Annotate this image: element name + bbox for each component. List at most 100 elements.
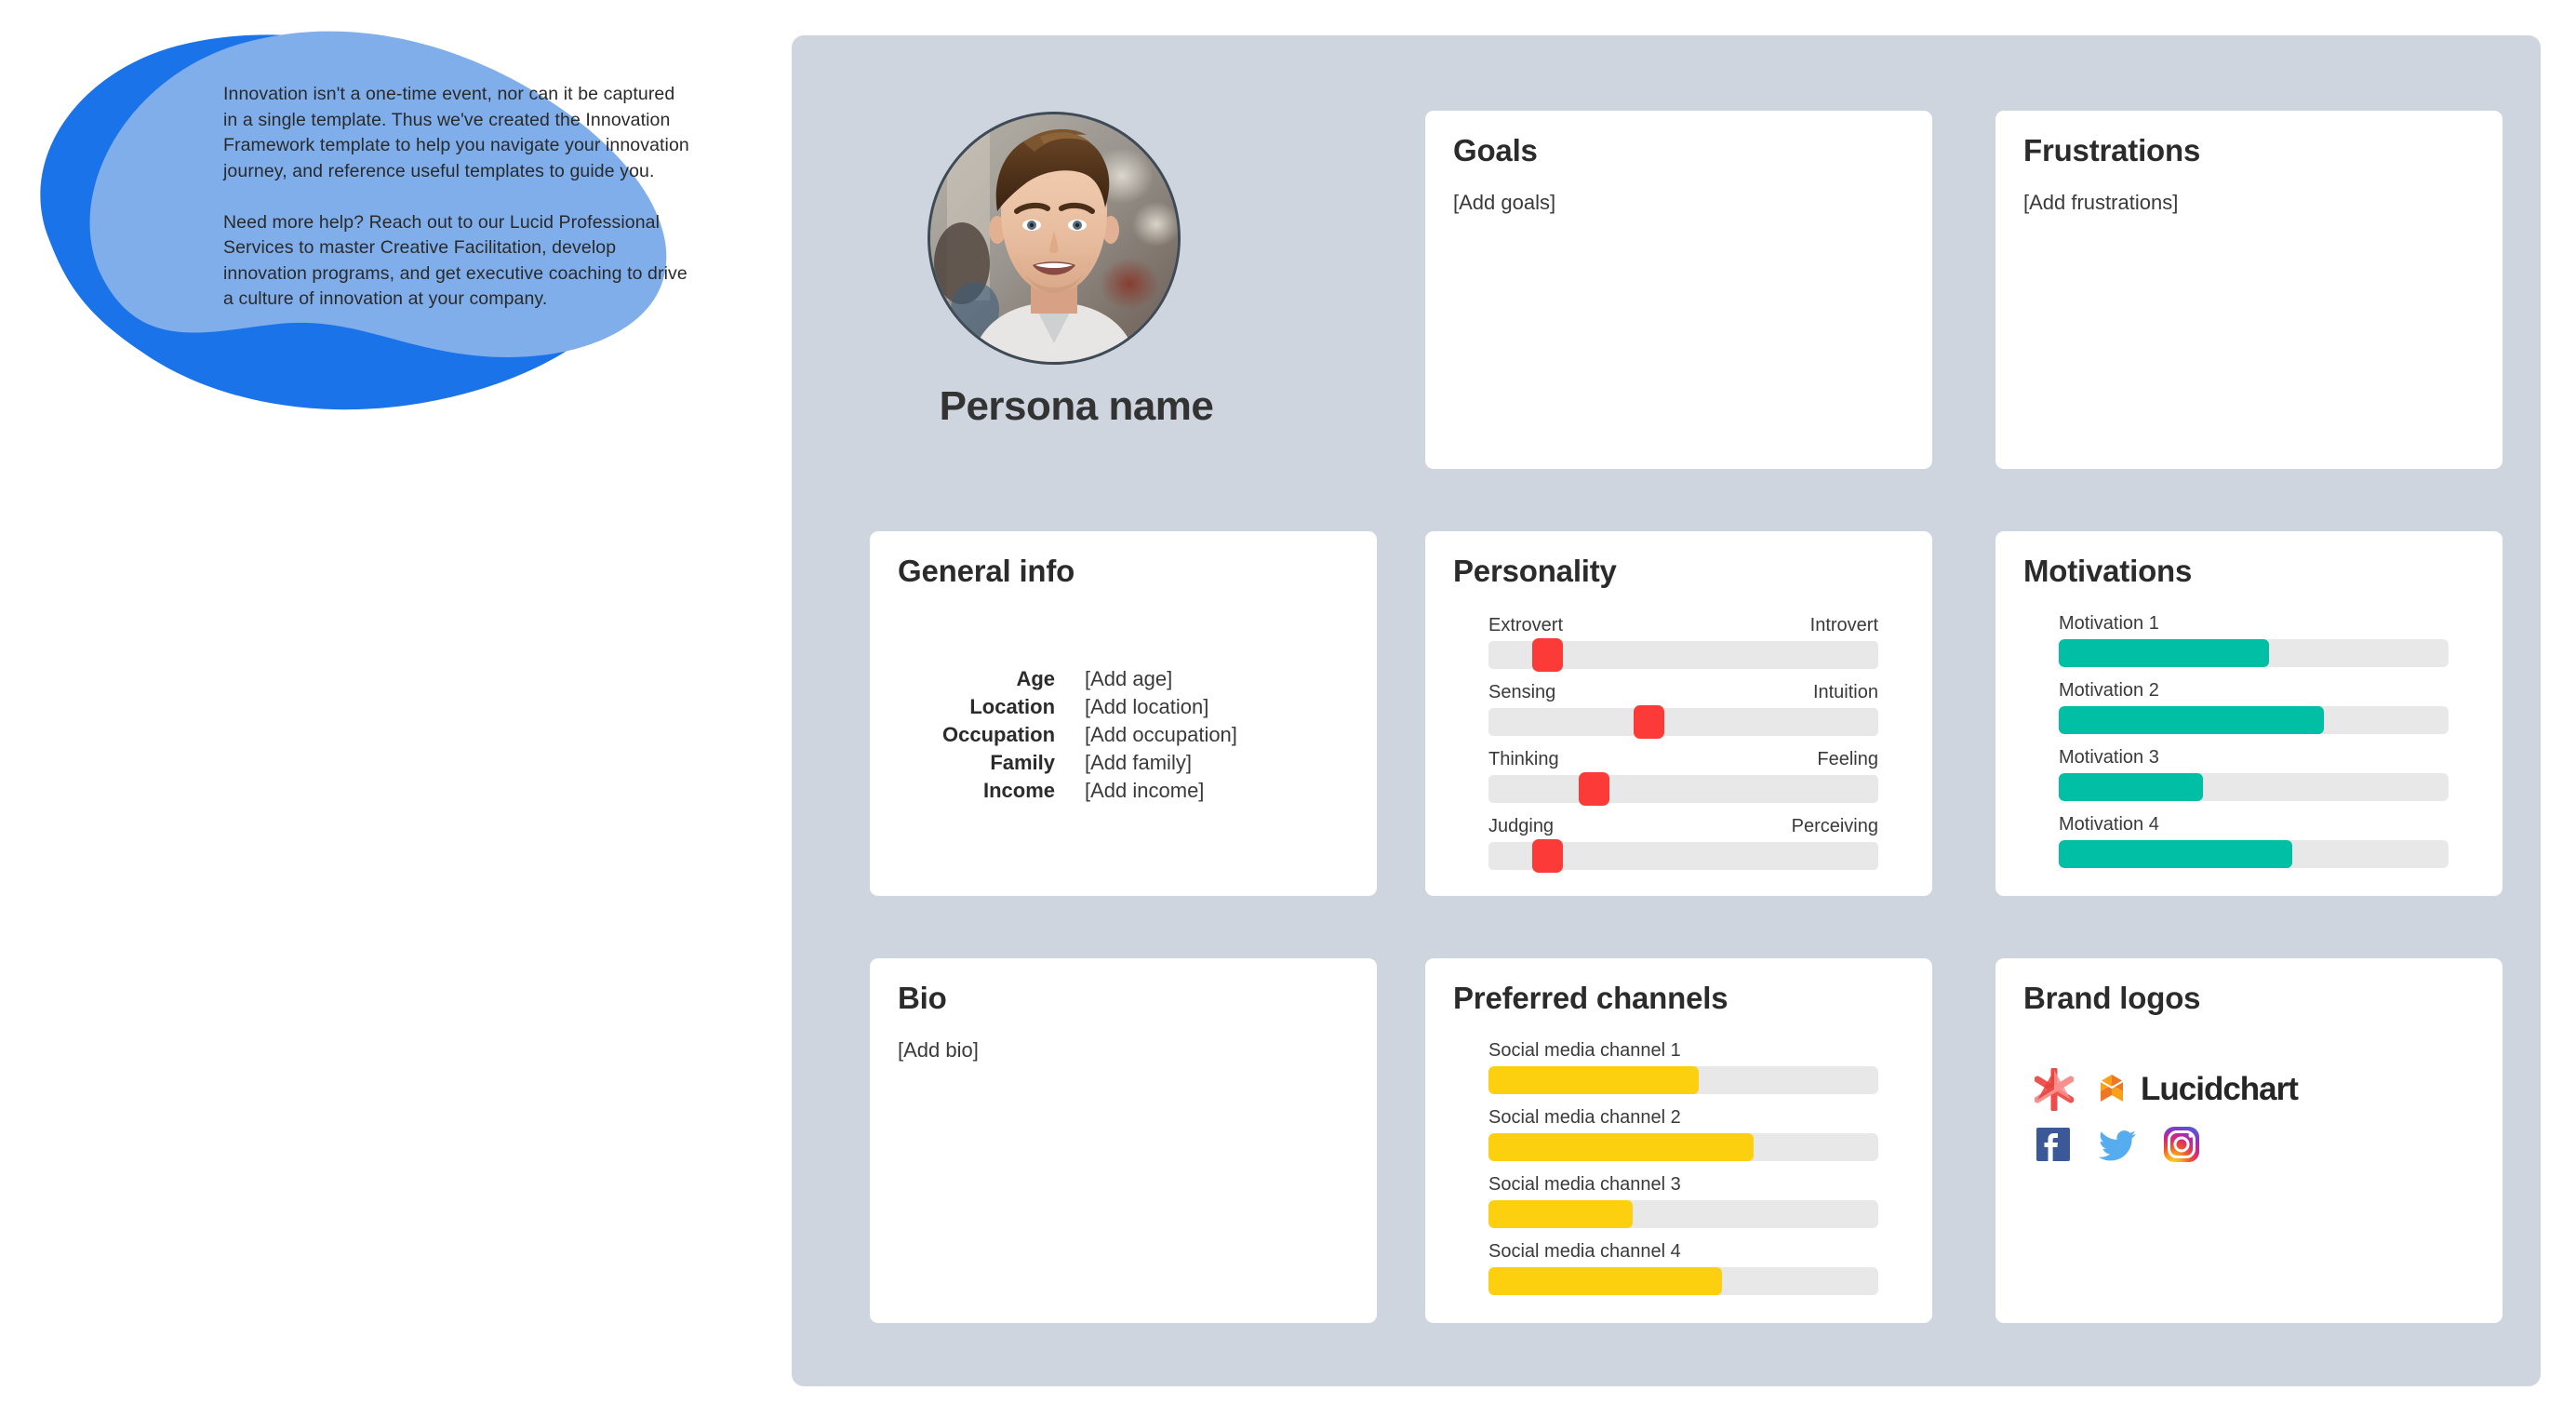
personality-slider-track[interactable] bbox=[1488, 839, 1878, 873]
facebook-icon[interactable] bbox=[2035, 1126, 2072, 1163]
general-info-card[interactable]: General info Age [Add age] Location [Add lo… bbox=[870, 531, 1377, 896]
personality-card[interactable]: Personality Extrovert Introvert Sensing Int… bbox=[1425, 531, 1932, 896]
preferred_channels-bar-row: Social media channel 2 bbox=[1488, 1107, 1878, 1161]
preferred_channels-bar-track[interactable] bbox=[1488, 1133, 1878, 1161]
general-info-value[interactable]: [Add age] bbox=[1085, 667, 1237, 695]
general-info-label: Age bbox=[1016, 667, 1056, 690]
preferred_channels-bar-fill bbox=[1488, 1267, 1723, 1295]
lucid-asterisk-logo-icon[interactable] bbox=[2035, 1068, 2074, 1111]
motivations-bar-label: Motivation 2 bbox=[2059, 680, 2159, 701]
motivations-bar-label: Motivation 4 bbox=[2059, 814, 2159, 835]
general-info-row: Occupation [Add occupation] bbox=[942, 723, 1237, 751]
goals-placeholder[interactable]: [Add goals] bbox=[1453, 191, 1904, 215]
bio-placeholder[interactable]: [Add bio] bbox=[898, 1038, 1349, 1063]
general-info-table: Age [Add age] Location [Add location] Occupa… bbox=[942, 667, 1237, 807]
preferred_channels-bar-fill bbox=[1488, 1200, 1634, 1228]
motivations-bar-fill bbox=[2059, 639, 2270, 667]
motivations-bar-track[interactable] bbox=[2059, 840, 2449, 868]
preferred-channels-bar-list: Social media channel 1 Social media chann… bbox=[1453, 1040, 1904, 1295]
goals-card[interactable]: Goals [Add goals] bbox=[1425, 111, 1932, 469]
persona-header: Persona name bbox=[881, 112, 1272, 475]
frustrations-card[interactable]: Frustrations [Add frustrations] bbox=[1995, 111, 2503, 469]
personality-slider-row: Judging Perceiving bbox=[1488, 816, 1878, 873]
frustrations-title: Frustrations bbox=[2023, 133, 2201, 167]
lucidchart-wordmark[interactable]: Lucidchart bbox=[2096, 1071, 2299, 1108]
general-info-label: Income bbox=[982, 779, 1056, 802]
goals-title: Goals bbox=[1453, 133, 1538, 167]
intro-paragraph-2: Need more help? Reach out to our Lucid P… bbox=[223, 211, 687, 310]
motivations-bar-track[interactable] bbox=[2059, 639, 2449, 667]
bio-title: Bio bbox=[898, 981, 947, 1015]
persona-name: Persona name bbox=[939, 383, 1214, 429]
personality-slider-row: Thinking Feeling bbox=[1488, 749, 1878, 806]
preferred_channels-bar-fill bbox=[1488, 1133, 1754, 1161]
personality-slider-thumb[interactable] bbox=[1633, 705, 1664, 739]
general-info-label: Location bbox=[969, 695, 1056, 718]
personality-slider-left-label: Sensing bbox=[1488, 682, 1556, 702]
facebook-glyph bbox=[2036, 1128, 2070, 1161]
motivations-bar-row: Motivation 1 bbox=[2059, 613, 2449, 667]
preferred_channels-bar-track[interactable] bbox=[1488, 1200, 1878, 1228]
personality-slider-thumb[interactable] bbox=[1531, 839, 1563, 873]
lucidchart-logo-label: Lucidchart bbox=[2141, 1071, 2299, 1107]
general-info-label: Family bbox=[990, 751, 1056, 774]
personality-slider-endpoints: Sensing Intuition bbox=[1488, 682, 1878, 703]
persona-board: Persona name Goals [Add goals] Frustrati… bbox=[792, 35, 2541, 1386]
general-info-row: Family [Add family] bbox=[942, 751, 1237, 779]
personality-slider-left-label: Thinking bbox=[1488, 749, 1559, 769]
preferred_channels-bar-row: Social media channel 3 bbox=[1488, 1174, 1878, 1228]
personality-slider-track[interactable] bbox=[1488, 772, 1878, 806]
motivations-bar-list: Motivation 1 Motivation 2 Motivation 3 Moti… bbox=[2023, 613, 2475, 868]
personality-slider-row: Sensing Intuition bbox=[1488, 682, 1878, 739]
instagram-icon[interactable] bbox=[2163, 1126, 2200, 1163]
motivations-title: Motivations bbox=[2023, 554, 2193, 588]
general-info-value[interactable]: [Add occupation] bbox=[1085, 723, 1237, 751]
lucid-asterisk-glyph bbox=[2035, 1068, 2074, 1111]
personality-slider-thumb[interactable] bbox=[1531, 638, 1563, 672]
general-info-row: Age [Add age] bbox=[942, 667, 1237, 695]
personality-title: Personality bbox=[1453, 554, 1617, 588]
bio-card[interactable]: Bio [Add bio] bbox=[870, 958, 1377, 1323]
motivations-bar-track[interactable] bbox=[2059, 773, 2449, 801]
instagram-glyph bbox=[2164, 1127, 2199, 1162]
general-info-value[interactable]: [Add location] bbox=[1085, 695, 1237, 723]
motivations-bar-row: Motivation 3 bbox=[2059, 747, 2449, 801]
motivations-bar-label: Motivation 3 bbox=[2059, 747, 2159, 768]
preferred-channels-card[interactable]: Preferred channels Social media channel … bbox=[1425, 958, 1932, 1323]
twitter-icon[interactable] bbox=[2098, 1126, 2137, 1163]
intro-blob-group: Innovation isn't a one-time event, nor c… bbox=[0, 0, 763, 437]
motivations-bar-row: Motivation 2 bbox=[2059, 680, 2449, 734]
preferred_channels-bar-label: Social media channel 2 bbox=[1488, 1107, 1681, 1128]
avatar-photo bbox=[930, 114, 1178, 362]
motivations-bar-fill bbox=[2059, 706, 2324, 734]
preferred_channels-bar-track[interactable] bbox=[1488, 1267, 1878, 1295]
general-info-label: Occupation bbox=[942, 723, 1056, 746]
preferred_channels-bar-label: Social media channel 4 bbox=[1488, 1241, 1681, 1262]
preferred_channels-bar-label: Social media channel 1 bbox=[1488, 1040, 1681, 1061]
personality-slider-list: Extrovert Introvert Sensing Intuition Thinki… bbox=[1453, 615, 1904, 873]
personality-slider-left-label: Extrovert bbox=[1488, 615, 1564, 635]
general-info-value[interactable]: [Add family] bbox=[1085, 751, 1237, 779]
brand-logos-title: Brand logos bbox=[2023, 981, 2201, 1015]
personality-slider-thumb[interactable] bbox=[1579, 772, 1610, 806]
motivations-bar-row: Motivation 4 bbox=[2059, 814, 2449, 868]
personality-slider-left-label: Judging bbox=[1488, 816, 1555, 836]
brand-logo-row-primary: Lucidchart bbox=[2035, 1068, 2475, 1111]
personality-slider-endpoints: Extrovert Introvert bbox=[1488, 615, 1878, 636]
preferred-channels-title: Preferred channels bbox=[1453, 981, 1728, 1015]
avatar[interactable] bbox=[928, 112, 1181, 365]
preferred_channels-bar-track[interactable] bbox=[1488, 1066, 1878, 1094]
motivations-bar-track[interactable] bbox=[2059, 706, 2449, 734]
personality-slider-track[interactable] bbox=[1488, 638, 1878, 672]
brand-logos-card[interactable]: Brand logos Lucidchart bbox=[1995, 958, 2503, 1323]
personality-slider-track[interactable] bbox=[1488, 705, 1878, 739]
brand-logo-row-social bbox=[2035, 1126, 2475, 1163]
twitter-bird-glyph bbox=[2099, 1130, 2136, 1161]
frustrations-placeholder[interactable]: [Add frustrations] bbox=[2023, 191, 2475, 215]
personality-slider-row: Extrovert Introvert bbox=[1488, 615, 1878, 672]
general-info-row: Income [Add income] bbox=[942, 779, 1237, 807]
motivations-card[interactable]: Motivations Motivation 1 Motivation 2 Moti… bbox=[1995, 531, 2503, 896]
motivations-bar-fill bbox=[2059, 840, 2293, 868]
general-info-value[interactable]: [Add income] bbox=[1085, 779, 1237, 807]
general-info-row: Location [Add location] bbox=[942, 695, 1237, 723]
